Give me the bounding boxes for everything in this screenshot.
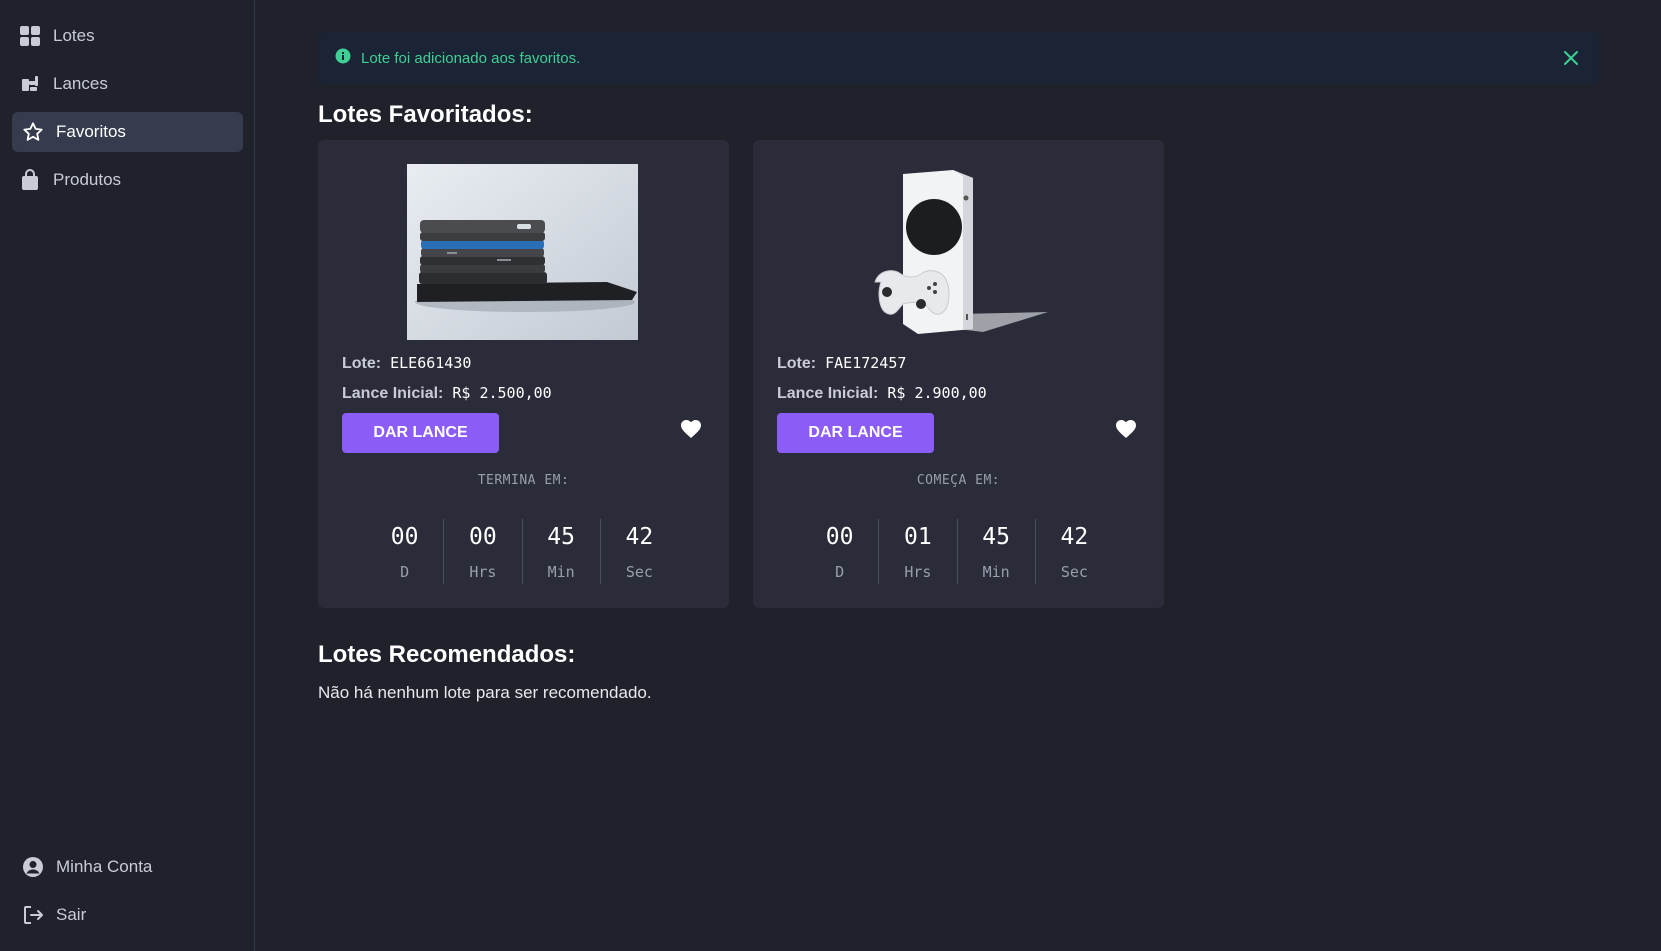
timer-seconds: 42 Sec [1034, 519, 1113, 584]
recommended-empty-message: Não há nenhum lote para ser recomendado. [318, 683, 652, 702]
auction-icon [19, 73, 41, 95]
alert-message: Lote foi adicionado aos favoritos. [361, 49, 581, 67]
bid-button[interactable]: DAR LANCE [342, 413, 499, 453]
logout-label: Sair [56, 905, 87, 924]
lot-card: Lote: FAE172457 Lance Inicial: R$ 2.900,00… [753, 140, 1164, 608]
sidebar-item-label: Produtos [53, 170, 122, 189]
timer-hours: 01 Hrs [878, 519, 956, 584]
sidebar-item-lotes[interactable]: Lotes [12, 16, 243, 56]
account-link[interactable]: Minha Conta [12, 847, 243, 887]
info-icon [335, 48, 351, 69]
sidebar-item-produtos[interactable]: Produtos [12, 160, 243, 200]
lot-label: Lote: [777, 355, 817, 372]
timer-days: 00 D [390, 524, 419, 581]
sidebar: Lotes Lances Favoritos Produtos Minha Co… [0, 0, 255, 951]
bid-button[interactable]: DAR LANCE [777, 413, 934, 453]
account-label: Minha Conta [56, 857, 153, 876]
timer-hours: 00 Hrs [443, 519, 521, 584]
timer-minutes: 45 Min [521, 519, 600, 584]
lot-card: Lote: ELE661430 Lance Inicial: R$ 2.500,00… [318, 140, 729, 608]
sidebar-item-label: Lances [53, 74, 108, 93]
countdown-label: TERMINA EM: [477, 473, 570, 488]
lot-code: FAE172457 [825, 354, 907, 372]
timer-minutes: 45 Min [956, 519, 1035, 584]
lot-label: Lote: [342, 355, 382, 372]
price-row: Lance Inicial: R$ 2.900,00 [777, 384, 987, 403]
product-image-console[interactable] [863, 164, 1053, 340]
sidebar-item-lances[interactable]: Lances [12, 64, 243, 104]
timer-days: 00 D [825, 524, 854, 581]
logout-link[interactable]: Sair [12, 895, 243, 935]
price-value: R$ 2.900,00 [887, 384, 987, 402]
lot-code: ELE661430 [390, 354, 472, 372]
heart-icon[interactable] [1114, 417, 1138, 441]
success-alert: Lote foi adicionado aos favoritos. [318, 32, 1599, 84]
recommended-title: Lotes Recomendados: [318, 641, 576, 668]
countdown-label: COMEÇA EM: [916, 473, 1001, 488]
close-icon[interactable] [1559, 46, 1583, 70]
price-row: Lance Inicial: R$ 2.500,00 [342, 384, 552, 403]
sidebar-item-favoritos[interactable]: Favoritos [12, 112, 243, 152]
product-image-phones[interactable] [407, 164, 638, 340]
countdown-timer: 00 D 01 Hrs 45 Min 42 Sec [801, 519, 1113, 584]
lot-code-row: Lote: ELE661430 [342, 354, 471, 373]
grid-icon [19, 25, 41, 47]
user-circle-icon [22, 856, 44, 878]
lot-code-row: Lote: FAE172457 [777, 354, 906, 373]
countdown-timer: 00 D 00 Hrs 45 Min 42 Sec [366, 519, 678, 584]
price-label: Lance Inicial: [777, 385, 879, 402]
heart-icon[interactable] [679, 417, 703, 441]
shopping-bag-icon [19, 169, 41, 191]
timer-seconds: 42 Sec [599, 519, 678, 584]
price-label: Lance Inicial: [342, 385, 444, 402]
sidebar-item-label: Lotes [53, 26, 95, 45]
favorites-title: Lotes Favoritados: [318, 101, 533, 128]
logout-icon [22, 904, 44, 926]
sidebar-item-label: Favoritos [56, 122, 126, 141]
star-icon [22, 121, 44, 143]
price-value: R$ 2.500,00 [452, 384, 552, 402]
